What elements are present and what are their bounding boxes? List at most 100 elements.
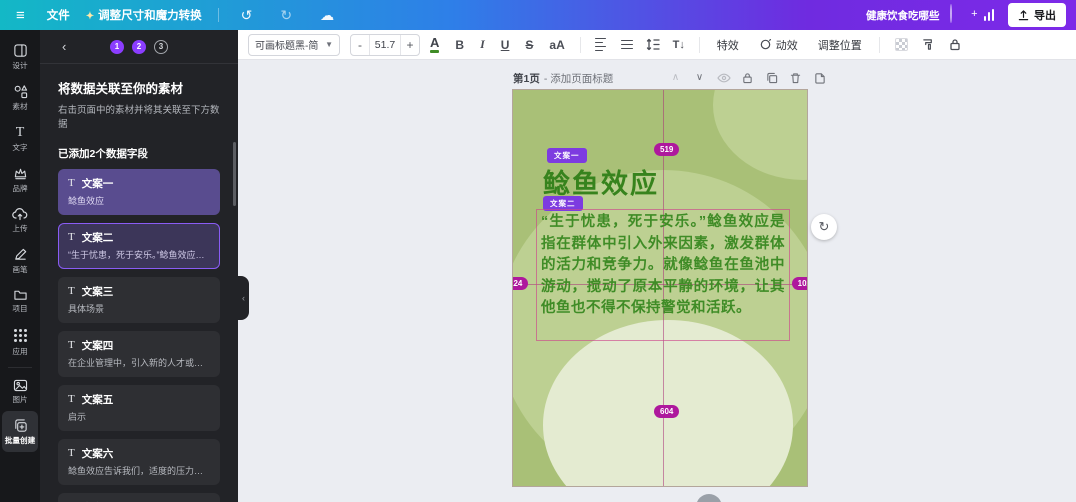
- scroll-indicator: [696, 494, 722, 502]
- resize-magic-switch[interactable]: ✦ 调整尺寸和魔力转换: [86, 7, 202, 23]
- font-size-increase[interactable]: +: [401, 38, 419, 52]
- text-color-button[interactable]: A: [424, 36, 445, 53]
- sidebar-item-uploads[interactable]: 上传: [0, 200, 40, 240]
- font-size-value[interactable]: 51.7: [369, 34, 401, 55]
- avatar[interactable]: +: [949, 4, 978, 25]
- bulk-create-panel: ‹ 1 2 3 将数据关联至你的素材 右击页面中的素材并将其关联至下方数据 已添…: [40, 30, 238, 502]
- text-field-icon: T: [68, 339, 75, 352]
- divider: [579, 36, 581, 53]
- sidebar-item-text[interactable]: T 文字: [0, 118, 40, 159]
- sidebar-item-brand[interactable]: 品牌: [0, 159, 40, 200]
- upload-icon: [1018, 9, 1029, 20]
- page-title-placeholder[interactable]: - 添加页面标题: [544, 71, 613, 86]
- top-menu-bar: ≡ 文件 ✦ 调整尺寸和魔力转换 ↺ ↻ ☁ 健康饮食吃哪些 + 导出: [0, 0, 1076, 30]
- avatar-image: [949, 4, 952, 23]
- divider: [698, 36, 700, 53]
- sparkle-icon: ✦: [85, 11, 95, 22]
- redo-icon[interactable]: ↻: [274, 7, 298, 24]
- text-field-icon: T: [68, 285, 75, 298]
- upload-cloud-icon: [12, 208, 28, 221]
- panel-collapse-handle[interactable]: ‹: [238, 276, 249, 320]
- text-field-icon: T: [68, 393, 75, 406]
- bulk-create-icon: [14, 419, 27, 432]
- sidebar-rail: 设计 素材 T 文字 品牌 上传 画笔 项目 应用 图片 批量创建: [0, 30, 40, 502]
- hide-page-icon[interactable]: [716, 70, 731, 85]
- sidebar-item-draw[interactable]: 画笔: [0, 240, 40, 281]
- folder-icon: [13, 290, 27, 300]
- document-title[interactable]: 健康饮食吃哪些: [866, 8, 940, 23]
- data-field-item[interactable]: T文案二 “生于忧患，死于安乐。”鲶鱼效应是指在...: [58, 222, 220, 269]
- font-size-stepper: - 51.7 +: [350, 33, 420, 56]
- list-button[interactable]: [616, 34, 638, 56]
- sidebar-item-projects[interactable]: 项目: [0, 281, 40, 320]
- elements-icon: [14, 85, 27, 99]
- file-menu[interactable]: 文件: [47, 7, 70, 23]
- menu-icon[interactable]: ≡: [10, 7, 31, 24]
- panel-title: 将数据关联至你的素材: [58, 82, 184, 96]
- back-button[interactable]: ‹: [62, 39, 66, 54]
- panel-subtitle: 右击页面中的素材并将其关联至下方数据: [58, 105, 220, 130]
- sidebar-item-elements[interactable]: 素材: [0, 77, 40, 118]
- bold-button[interactable]: B: [449, 38, 470, 52]
- font-family-select[interactable]: 可画标题黑-简 ▼: [248, 33, 340, 56]
- poster-body-textbox[interactable]: “生于忧患，死于安乐。”鲶鱼效应是指在群体中引入外来因素，激发群体的活力和竞争力…: [536, 209, 790, 341]
- move-page-up-icon[interactable]: ∧: [668, 70, 683, 85]
- step-3[interactable]: 3: [154, 39, 168, 54]
- sidebar-item-apps[interactable]: 应用: [0, 320, 40, 363]
- text-color-swatch: [430, 50, 440, 53]
- chevron-down-icon: ▼: [325, 40, 333, 49]
- font-size-decrease[interactable]: -: [351, 38, 369, 52]
- sidebar-item-bulk-create[interactable]: 批量创建: [2, 411, 38, 452]
- text-align-button[interactable]: [590, 34, 612, 56]
- data-field-item[interactable]: T文案一 (2) 木桶效应: [58, 492, 220, 502]
- add-page-icon[interactable]: [812, 70, 827, 85]
- vertical-text-button[interactable]: T↓: [668, 34, 690, 56]
- data-field-item[interactable]: T 文案三 具体场景: [58, 276, 220, 323]
- design-icon: [13, 44, 27, 57]
- data-field-item[interactable]: T文案四 在企业管理中，引入新的人才或竞争机制...: [58, 330, 220, 377]
- position-button[interactable]: 调整位置: [810, 37, 870, 53]
- underline-button[interactable]: U: [495, 38, 516, 52]
- animate-button[interactable]: 动效: [751, 37, 806, 53]
- italic-button[interactable]: I: [474, 37, 491, 52]
- brand-icon: [14, 168, 26, 180]
- step-1[interactable]: 1: [110, 39, 124, 54]
- strikethrough-button[interactable]: S: [519, 38, 539, 52]
- rotate-button[interactable]: ↻: [811, 214, 837, 240]
- text-field-icon: T: [68, 177, 75, 190]
- sidebar-item-design[interactable]: 设计: [0, 36, 40, 77]
- fields-added-count: 已添加2个数据字段: [58, 147, 148, 160]
- lock-page-icon[interactable]: [740, 70, 755, 85]
- data-field-item[interactable]: T 文案五 启示: [58, 384, 220, 431]
- measure-badge-top: 519: [654, 143, 680, 156]
- add-member-icon[interactable]: +: [971, 8, 977, 20]
- text-case-button[interactable]: aA: [543, 38, 570, 52]
- text-icon: T: [15, 125, 25, 140]
- field-tag-title[interactable]: 文案一: [547, 148, 587, 163]
- sidebar-item-photos[interactable]: 图片: [0, 372, 40, 411]
- data-field-item[interactable]: T 文案一 鲶鱼效应: [58, 168, 220, 215]
- insights-icon[interactable]: [983, 9, 994, 21]
- copy-style-button[interactable]: [918, 34, 940, 56]
- format-toolbar: 可画标题黑-简 ▼ - 51.7 + A B I U S aA T↓ 特效 动效 …: [238, 30, 1076, 60]
- transparency-button[interactable]: [894, 38, 908, 51]
- panel-scrollbar[interactable]: [233, 142, 236, 206]
- data-field-list: T文案一 鲶鱼效应 T文案二 “生于忧患，死于安乐。”鲶鱼效应是指在... T文…: [58, 168, 220, 502]
- cloud-save-icon: ☁: [320, 6, 335, 23]
- page-header[interactable]: 第1页 - 添加页面标题: [513, 71, 613, 86]
- design-page[interactable]: 文案一 鲶鱼效应 文案二 “生于忧患，死于安乐。”鲶鱼效应是指在群体中引入外来因…: [512, 89, 808, 487]
- animate-icon: [760, 38, 771, 50]
- export-button[interactable]: 导出: [1008, 3, 1066, 27]
- effects-button[interactable]: 特效: [709, 37, 747, 53]
- measure-badge-right: 102: [791, 277, 807, 290]
- data-field-item[interactable]: T文案六 鲶鱼效应告诉我们，适度的压力和竞争是...: [58, 438, 220, 485]
- move-page-down-icon[interactable]: ∨: [692, 70, 707, 85]
- delete-page-icon[interactable]: [788, 70, 803, 85]
- spacing-button[interactable]: [642, 34, 664, 56]
- image-icon: [13, 379, 27, 392]
- undo-icon[interactable]: ↺: [235, 7, 259, 24]
- background-blob: [713, 90, 807, 180]
- step-2[interactable]: 2: [132, 39, 146, 54]
- duplicate-page-icon[interactable]: [764, 70, 779, 85]
- lock-button[interactable]: [944, 34, 966, 56]
